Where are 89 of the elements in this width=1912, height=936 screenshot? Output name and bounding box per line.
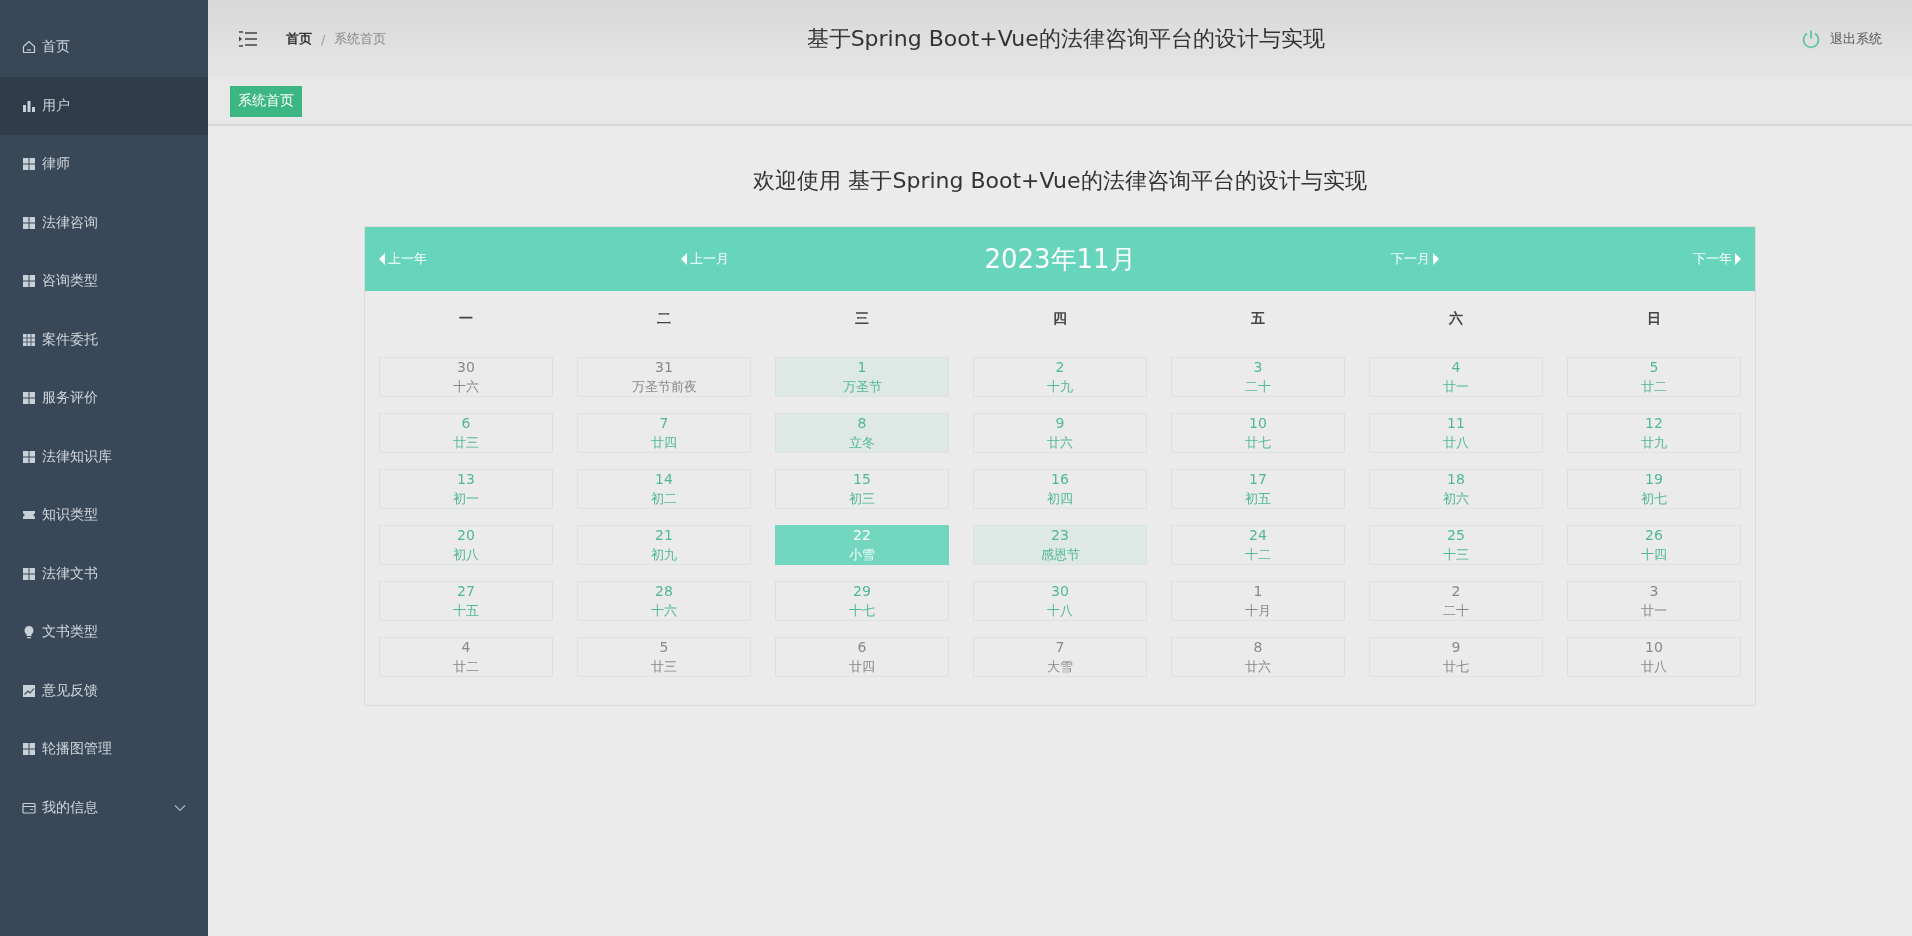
home-icon <box>22 40 36 55</box>
weekday-label: 三 <box>854 309 870 328</box>
calendar-day[interactable]: 5 廿二 <box>1567 357 1741 397</box>
calendar-day[interactable]: 13 初一 <box>379 469 553 509</box>
calendar-day[interactable]: 20 初八 <box>379 525 553 565</box>
weekday-label: 一 <box>458 309 474 328</box>
grid-icon <box>22 391 36 406</box>
calendar-day[interactable]: 28 十六 <box>577 581 751 621</box>
calendar-day[interactable]: 4 廿一 <box>1369 357 1543 397</box>
calendar-day[interactable]: 14 初二 <box>577 469 751 509</box>
logout-button[interactable]: 退出系统 <box>1795 28 1888 50</box>
calendar-month: 2023年11月 <box>984 242 1136 276</box>
sidebar-item[interactable]: 轮播图管理 <box>0 720 208 779</box>
weekday-label: 日 <box>1646 309 1662 328</box>
sidebar-item[interactable]: 咨询类型 <box>0 252 208 311</box>
calendar-day[interactable]: 2 十九 <box>973 357 1147 397</box>
wallet-icon <box>22 800 36 815</box>
breadcrumb-separator: / <box>321 31 326 47</box>
calendar-day[interactable]: 30 十八 <box>973 581 1147 621</box>
sidebar-item[interactable]: 服务评价 <box>0 369 208 428</box>
sidebar-item[interactable]: 法律文书 <box>0 544 208 603</box>
calendar-day[interactable]: 21 初九 <box>577 525 751 565</box>
breadcrumb-item[interactable]: 首页 <box>286 30 312 48</box>
calendar-day[interactable]: 10 廿八 <box>1567 637 1741 677</box>
table-icon <box>22 332 36 347</box>
calendar-day[interactable]: 25 十三 <box>1369 525 1543 565</box>
calendar-day[interactable]: 6 廿三 <box>379 413 553 453</box>
sidebar-item[interactable]: 文书类型 <box>0 603 208 662</box>
calendar-day[interactable]: 30 十六 <box>379 357 553 397</box>
calendar-day[interactable]: 9 廿六 <box>973 413 1147 453</box>
calendar-day[interactable]: 19 初七 <box>1567 469 1741 509</box>
sidebar-item[interactable]: 首页 <box>0 18 208 77</box>
calendar-day[interactable]: 7 廿四 <box>577 413 751 453</box>
calendar-day[interactable]: 8 立冬 <box>775 413 949 453</box>
calendar-day[interactable]: 27 十五 <box>379 581 553 621</box>
calendar-day[interactable]: 17 初五 <box>1171 469 1345 509</box>
calendar-day[interactable]: 29 十七 <box>775 581 949 621</box>
grid-icon <box>22 274 36 289</box>
grid-icon <box>22 742 36 757</box>
sidebar-item[interactable]: 律师 <box>0 135 208 194</box>
calendar-day[interactable]: 1 万圣节 <box>775 357 949 397</box>
calendar-day[interactable]: 6 廿四 <box>775 637 949 677</box>
weekday-label: 六 <box>1448 309 1464 328</box>
calendar-day[interactable]: 7 大雪 <box>973 637 1147 677</box>
calendar-day[interactable]: 22 小雪 <box>775 525 949 565</box>
grid-icon <box>22 157 36 172</box>
calendar-day[interactable]: 12 廿九 <box>1567 413 1741 453</box>
weekday-label: 二 <box>656 309 672 328</box>
calendar-day[interactable]: 4 廿二 <box>379 637 553 677</box>
previous-month-button[interactable]: 上一月 <box>681 250 730 268</box>
sidebar-item[interactable]: 用户 <box>0 76 208 135</box>
sidebar-item[interactable]: 法律咨询 <box>0 193 208 252</box>
calendar-day[interactable]: 11 廿八 <box>1369 413 1543 453</box>
line-chart-icon <box>22 683 36 698</box>
sidebar-item[interactable]: 案件委托 <box>0 310 208 369</box>
calendar-day[interactable]: 3 二十 <box>1171 357 1345 397</box>
power-icon <box>1801 29 1821 49</box>
calendar-day[interactable]: 8 廿六 <box>1171 637 1345 677</box>
breadcrumb-item: 系统首页 <box>334 30 387 48</box>
sidebar-item[interactable]: 法律知识库 <box>0 427 208 486</box>
weekday-label: 五 <box>1250 309 1266 328</box>
calendar-day[interactable]: 1 十月 <box>1171 581 1345 621</box>
next-month-button[interactable]: 下一月 <box>1390 250 1439 268</box>
calendar-day[interactable]: 18 初六 <box>1369 469 1543 509</box>
page-tab[interactable]: 系统首页 <box>230 85 302 117</box>
calendar-day[interactable]: 2 二十 <box>1369 581 1543 621</box>
calendar-day[interactable]: 24 十二 <box>1171 525 1345 565</box>
lightbulb-icon <box>22 625 36 640</box>
app-title: 基于Spring Boot+Vue的法律咨询平台的设计与实现 <box>805 25 1326 53</box>
sidebar-item[interactable]: 我的信息 <box>0 778 208 837</box>
calendar-day[interactable]: 10 廿七 <box>1171 413 1345 453</box>
menu-icon[interactable] <box>238 31 258 47</box>
calendar-day[interactable]: 15 初三 <box>775 469 949 509</box>
weekday-label: 四 <box>1052 309 1068 328</box>
calendar-day[interactable]: 5 廿三 <box>577 637 751 677</box>
calendar-day[interactable]: 9 廿七 <box>1369 637 1543 677</box>
previous-year-button[interactable]: 上一年 <box>379 250 427 268</box>
grid-icon <box>22 215 36 230</box>
grid-icon <box>22 449 36 464</box>
calendar-day[interactable]: 23 感恩节 <box>973 525 1147 565</box>
next-year-button[interactable]: 下一年 <box>1693 250 1741 268</box>
sidebar-item[interactable]: 知识类型 <box>0 486 208 545</box>
bar-chart-icon <box>22 98 36 113</box>
calendar-day[interactable]: 16 初四 <box>973 469 1147 509</box>
sidebar-item[interactable]: 意见反馈 <box>0 661 208 720</box>
calendar-day[interactable]: 31 万圣节前夜 <box>577 357 751 397</box>
calendar-day[interactable]: 26 十四 <box>1567 525 1741 565</box>
grid-icon <box>22 566 36 581</box>
welcome-heading: 欢迎使用 基于Spring Boot+Vue的法律咨询平台的设计与实现 <box>752 167 1368 195</box>
